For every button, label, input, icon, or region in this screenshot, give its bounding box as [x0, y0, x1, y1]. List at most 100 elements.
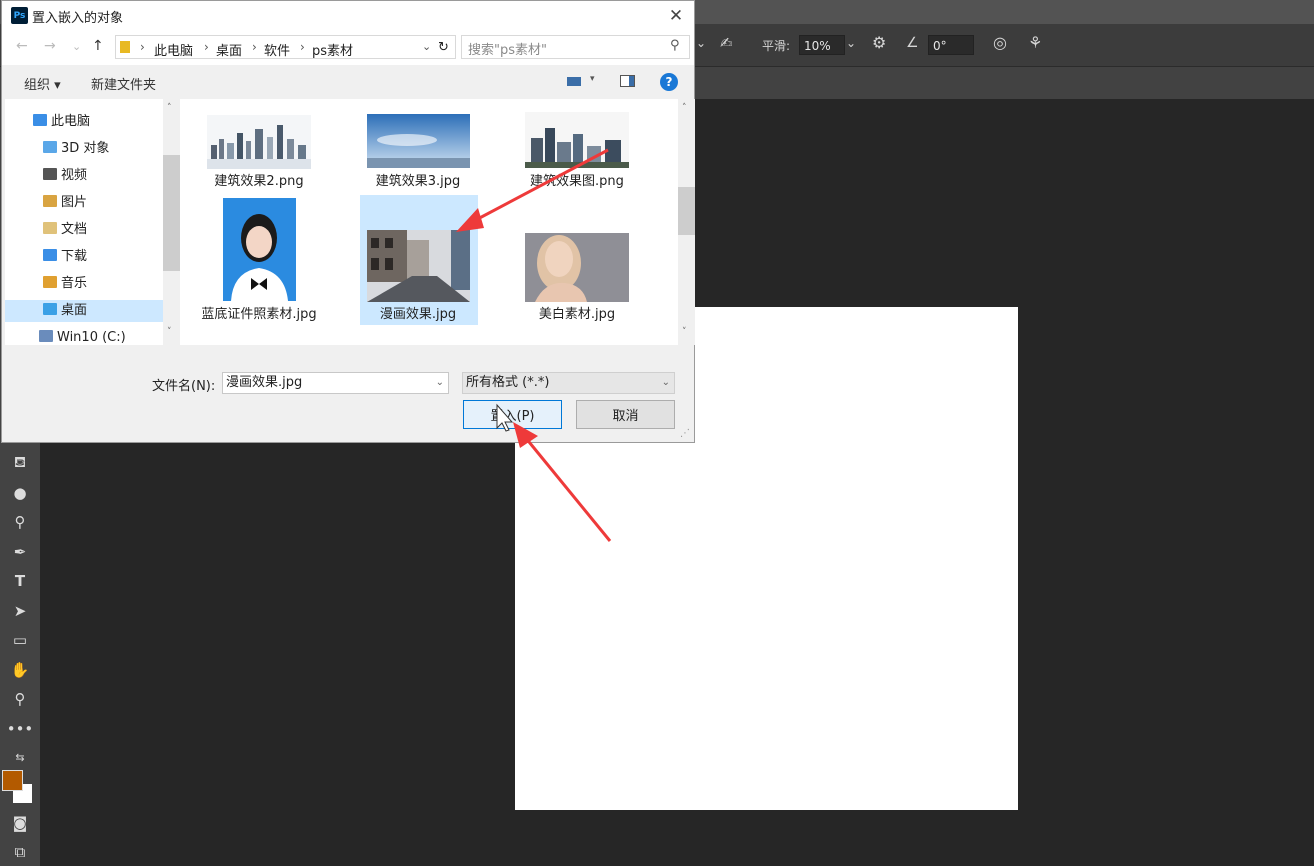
tree-item-downloads[interactable]: 下载 [43, 246, 87, 268]
breadcrumb-desktop[interactable]: 桌面 [216, 40, 242, 59]
filetype-dropdown-icon[interactable]: ⌄ [662, 373, 670, 393]
help-icon[interactable]: ? [660, 73, 678, 91]
blur-icon[interactable]: ● [6, 481, 34, 505]
view-options-icon[interactable] [567, 77, 581, 86]
breadcrumb-ps-assets[interactable]: ps素材 [312, 40, 353, 59]
portrait-image-icon [223, 198, 296, 301]
documents-icon [43, 222, 57, 234]
file-name[interactable]: 漫画效果.jpg [343, 307, 493, 323]
street-image-icon [367, 230, 470, 302]
photoshop-logo-icon: Ps [11, 7, 28, 24]
scroll-down-icon[interactable]: ˅ [682, 327, 687, 337]
type-icon[interactable]: T [6, 569, 34, 593]
file-thumb-whitening[interactable] [525, 233, 629, 302]
more-tools-icon[interactable]: ••• [6, 717, 34, 741]
dialog-footer: 文件名(N): 漫画效果.jpg ⌄ 所有格式 (*.*) ⌄ 置入(P) 取消 [2, 345, 694, 442]
tree-scrollbar[interactable]: ˄ ˅ [163, 99, 180, 345]
folder-icon [120, 41, 130, 53]
close-icon[interactable]: ✕ [662, 3, 690, 29]
pressure-size-icon[interactable]: ◎ [993, 33, 1007, 52]
rectangle-icon[interactable]: ▭ [6, 628, 34, 652]
filename-input[interactable]: 漫画效果.jpg ⌄ [222, 372, 449, 394]
scroll-down-icon[interactable]: ˅ [167, 327, 172, 337]
pictures-icon [43, 195, 57, 207]
file-thumb-building-image[interactable] [525, 112, 629, 168]
recent-locations-icon[interactable]: ⌄ [72, 40, 81, 53]
tree-item-c-drive[interactable]: Win10 (C:) [39, 327, 126, 345]
tree-scroll-thumb[interactable] [163, 155, 180, 271]
scroll-up-icon[interactable]: ˄ [167, 103, 172, 113]
woman-portrait-image-icon [525, 233, 629, 302]
refresh-icon[interactable]: ↻ [438, 40, 449, 55]
swap-colors-icon[interactable]: ⇆ [6, 745, 34, 769]
search-icon[interactable]: ⚲ [670, 38, 680, 53]
files-scroll-thumb[interactable] [678, 187, 695, 235]
file-name[interactable]: 建筑效果3.jpg [343, 174, 493, 190]
navigation-row: ← → ⌄ ↑ › 此电脑 › 桌面 › 软件 › ps素材 ⌄ ↻ 搜索"ps… [2, 31, 694, 65]
tree-item-desktop[interactable]: 桌面 [5, 300, 163, 322]
3d-objects-icon [43, 141, 57, 153]
new-folder-button[interactable]: 新建文件夹 [91, 74, 156, 93]
smoothing-dropdown-icon[interactable]: ⌄ [846, 36, 856, 50]
file-name[interactable]: 蓝底证件照素材.jpg [184, 307, 334, 323]
tree-item-documents[interactable]: 文档 [43, 219, 87, 241]
tree-item-videos[interactable]: 视频 [43, 165, 87, 187]
foreground-color-swatch[interactable] [2, 770, 23, 791]
file-thumb-building3[interactable] [367, 114, 470, 168]
search-input[interactable]: 搜索"ps素材" ⚲ [461, 35, 690, 59]
address-bar[interactable]: › 此电脑 › 桌面 › 软件 › ps素材 ⌄ ↻ [115, 35, 456, 59]
address-dropdown-icon[interactable]: ⌄ [422, 40, 431, 53]
command-bar: 组织 ▾ 新建文件夹 ▾ ? [2, 65, 694, 99]
tree-item-3d-objects[interactable]: 3D 对象 [43, 138, 109, 160]
navigation-tree: 此电脑 3D 对象 视频 图片 文档 下载 音乐 桌面 Win10 (C:) [5, 99, 163, 345]
zoom-icon[interactable]: ⚲ [6, 687, 34, 711]
file-thumb-building2[interactable] [207, 115, 311, 169]
smoothing-input[interactable]: 10% [799, 35, 845, 55]
symmetry-butterfly-icon[interactable]: ⚘ [1028, 33, 1042, 52]
smoothing-label: 平滑: [762, 39, 791, 53]
back-icon[interactable]: ← [16, 38, 28, 54]
hand-icon[interactable]: ✋ [6, 658, 34, 682]
music-icon [43, 276, 57, 288]
file-name[interactable]: 建筑效果图.png [502, 174, 652, 190]
cancel-button[interactable]: 取消 [576, 400, 675, 429]
sky-image-icon [367, 114, 470, 168]
angle-input[interactable]: 0° [928, 35, 974, 55]
resize-grip-icon[interactable]: ⋰ [680, 428, 690, 439]
organize-menu[interactable]: 组织 ▾ [24, 74, 61, 93]
place-button[interactable]: 置入(P) [463, 400, 562, 429]
scroll-up-icon[interactable]: ˄ [682, 103, 687, 113]
file-name[interactable]: 美白素材.jpg [502, 307, 652, 323]
file-list: 建筑效果2.png 建筑效果3.jpg 建筑效果图.png 蓝底证件照素材.jp… [180, 99, 678, 345]
preview-pane-icon[interactable] [620, 75, 635, 87]
quick-mask-icon[interactable]: ◙ [6, 811, 34, 835]
path-selection-icon[interactable]: ➤ [6, 599, 34, 623]
dialog-title-bar: Ps 置入嵌入的对象 ✕ [2, 1, 694, 31]
filename-dropdown-icon[interactable]: ⌄ [436, 373, 444, 393]
skyscraper-image-icon [525, 112, 629, 168]
dropdown-arrow-icon[interactable]: ⌄ [696, 36, 706, 50]
forward-icon[interactable]: → [44, 38, 56, 54]
up-folder-icon[interactable]: ↑ [92, 38, 104, 54]
angle-icon: ∠ [906, 35, 919, 51]
file-thumb-comic-effect[interactable] [367, 230, 470, 302]
filetype-select[interactable]: 所有格式 (*.*) ⌄ [462, 372, 675, 394]
file-name[interactable]: 建筑效果2.png [184, 174, 334, 190]
paint-bucket-icon[interactable]: ⛾ [6, 451, 34, 475]
gear-icon[interactable]: ⚙ [872, 33, 886, 52]
file-thumb-id-photo[interactable] [223, 198, 296, 301]
breadcrumb-software[interactable]: 软件 [264, 40, 290, 59]
pen-icon[interactable]: ✒ [6, 540, 34, 564]
pressure-opacity-icon[interactable]: ✍ [720, 34, 733, 52]
screen-mode-icon[interactable]: ⧉ [6, 840, 34, 864]
breadcrumb-this-pc[interactable]: 此电脑 [154, 40, 193, 59]
computer-icon [33, 114, 47, 126]
dodge-icon[interactable]: ⚲ [6, 510, 34, 534]
filename-label: 文件名(N): [152, 379, 216, 394]
files-scrollbar[interactable]: ˄ ˅ [678, 99, 695, 345]
tree-item-music[interactable]: 音乐 [43, 273, 87, 295]
view-dropdown-icon[interactable]: ▾ [590, 74, 595, 84]
tree-item-this-pc[interactable]: 此电脑 [33, 111, 90, 133]
drive-icon [39, 330, 53, 342]
tree-item-pictures[interactable]: 图片 [43, 192, 87, 214]
